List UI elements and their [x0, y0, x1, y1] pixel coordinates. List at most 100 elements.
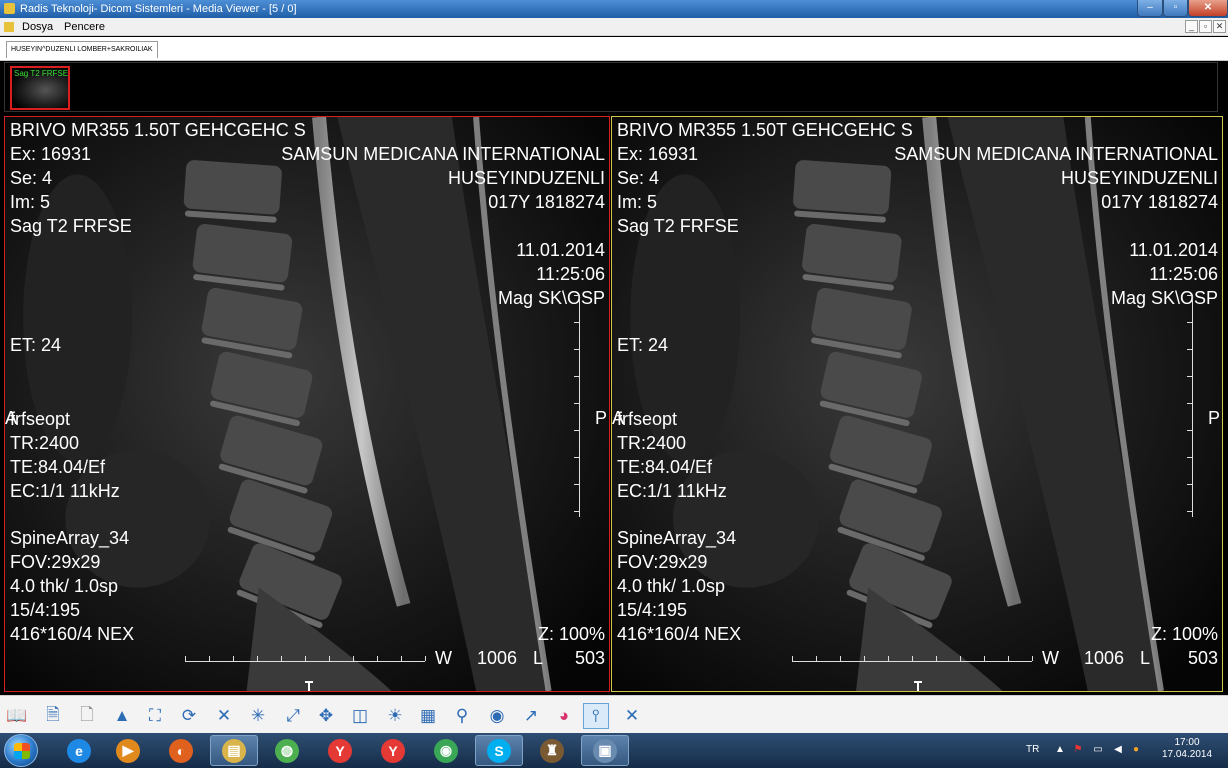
app-icon [4, 3, 15, 14]
network-icon: ◍ [275, 738, 299, 763]
overlay-mag: Mag SK\OSP [1110, 288, 1218, 308]
overlay-top-right-2: 017Y 1818274 [488, 192, 605, 212]
taskbar-internet-explorer[interactable]: e [55, 735, 103, 766]
document-list-icon[interactable]: 🗎 [40, 703, 66, 729]
window-level-icon[interactable]: ⫯ [583, 703, 609, 729]
window-width-label: W [1042, 648, 1059, 668]
mdi-window-controls: _ ▫ ✕ [1185, 20, 1226, 33]
color-wheel-icon[interactable]: ◕ [551, 703, 577, 729]
overlay-et: ET: 24 [10, 335, 62, 355]
tab-study[interactable]: HUSEYIN^DUZENLI LOMBER+SAKROILIAK [6, 41, 158, 58]
menu-pencere[interactable]: Pencere [64, 18, 105, 36]
overlay-param-1: TR:2400 [10, 433, 80, 453]
viewport-left[interactable]: BRIVO MR355 1.50T GEHCGEHC S Ex: 16931 Se:… [4, 116, 610, 692]
overlay-time: 11:25:06 [1149, 264, 1218, 284]
taskbar-network[interactable]: ◍ [263, 735, 311, 766]
pan-icon[interactable]: ✥ [313, 703, 339, 729]
overlay-top-right-1: HUSEYINDUZENLI [447, 168, 605, 188]
network-tray-icon[interactable]: ▭ [1092, 744, 1104, 756]
brightness-icon[interactable]: ☀ [382, 703, 408, 729]
windows-logo-icon [14, 743, 30, 759]
zoom-icon[interactable]: ⚲ [449, 703, 475, 729]
open-book-icon[interactable]: 📖 [4, 703, 30, 729]
measure-icon[interactable]: ⤢ [280, 703, 306, 729]
maximize-button[interactable]: ▫ [1163, 0, 1188, 17]
overlay-time: 11:25:06 [536, 264, 605, 284]
taskbar-media-player[interactable]: ▶ [104, 735, 152, 766]
overlay-coil-2: 4.0 thk/ 1.0sp [10, 576, 119, 596]
language-indicator[interactable]: TR [1026, 744, 1039, 755]
overlay-coil-1: FOV:29x29 [617, 552, 708, 572]
mdi-restore-button[interactable]: ▫ [1199, 20, 1212, 33]
series-thumbnail-strip: Sag T2 FRFSE [4, 62, 1218, 112]
patient-info-icon[interactable]: ▲ [109, 703, 135, 729]
mdi-close-button[interactable]: ✕ [1213, 20, 1226, 33]
taskbar-yandex-browser[interactable]: Y [369, 735, 417, 766]
taskbar-chrome[interactable]: ◉ [422, 735, 470, 766]
thumbnail-label: Sag T2 FRFSE [14, 69, 69, 78]
taskbar-dicom-viewer[interactable]: ▣ [581, 735, 629, 766]
overlay-coil-3: 15/4:195 [617, 600, 688, 620]
tray-app-icon[interactable]: ● [1130, 744, 1142, 756]
tray-expand-icon[interactable]: ▲ [1054, 744, 1066, 756]
text-cursor-icon [914, 681, 922, 691]
overlay-param-3: EC:1/1 11kHz [617, 481, 727, 501]
overlay-top-right-0: SAMSUN MEDICANA INTERNATIONAL [894, 144, 1218, 164]
mdi-document-icon[interactable] [4, 22, 14, 32]
layout-grid-icon[interactable]: ▦ [415, 703, 441, 729]
clock-time: 17:00 [1174, 737, 1200, 748]
viewport-right[interactable]: BRIVO MR355 1.50T GEHCGEHC S Ex: 16931 Se:… [611, 116, 1223, 692]
window-width-label: W [435, 648, 452, 668]
rotate-icon[interactable]: ⟳ [176, 703, 202, 729]
viewer-toolbar: 📖 🗎 🗋 ▲ ⛶ ⟳ ✕ ✳ ⤢ ✥ ◫ ☀ ▦ ⚲ ◉ ↗ ◕ ⫯ ✕ [0, 695, 1228, 733]
action-center-icon[interactable]: ⚑ [1072, 744, 1084, 756]
overlay-top-left-0: BRIVO MR355 1.50T GEHCGEHC S [10, 120, 306, 140]
close-viewer-icon[interactable]: ✕ [619, 703, 645, 729]
minimize-button[interactable]: – [1137, 0, 1163, 17]
vertical-scale-ruler [574, 295, 580, 517]
flip-icon[interactable]: ✕ [211, 703, 237, 729]
mdi-minimize-button[interactable]: _ [1185, 20, 1198, 33]
overlay-param-2: TE:84.04/Ef [617, 457, 713, 477]
windows-taskbar: e ▶ ◐ ▤ ◍ Y Y ◉ S ♜ ▣ TR ▲ ⚑ ▭ ◀ ● 17:00 17.04.201… [0, 733, 1228, 768]
window-level-value: 503 [574, 648, 605, 668]
overlay-param-0: frfseopt [10, 409, 71, 429]
text-cursor-icon [305, 681, 313, 691]
window-level-value: 503 [1187, 648, 1218, 668]
crosshair-icon[interactable]: ✳ [245, 703, 271, 729]
menu-dosya[interactable]: Dosya [22, 18, 53, 36]
taskbar-file-explorer[interactable]: ▤ [210, 735, 258, 766]
taskbar-yandex[interactable]: Y [316, 735, 364, 766]
split-view-icon[interactable]: ◫ [347, 703, 373, 729]
horizontal-scale-ruler [185, 656, 426, 662]
report-icon[interactable]: 🗋 [74, 703, 100, 729]
overlay-coil-0: SpineArray_34 [617, 528, 737, 548]
game-icon: ♜ [540, 738, 564, 763]
arrow-icon[interactable]: ↗ [518, 703, 544, 729]
taskbar-skype[interactable]: S [475, 735, 523, 766]
file-explorer-icon: ▤ [222, 738, 246, 763]
skype-icon: S [487, 738, 511, 763]
close-button[interactable]: ✕ [1188, 0, 1228, 17]
overlay-coil-1: FOV:29x29 [10, 552, 101, 572]
taskbar-game[interactable]: ♜ [528, 735, 576, 766]
orientation-posterior: P [1207, 408, 1220, 428]
yandex-icon: Y [328, 738, 352, 763]
volume-icon[interactable]: ◀ [1112, 744, 1124, 756]
overlay-param-2: TE:84.04/Ef [10, 457, 106, 477]
overlay-top-left-4: Sag T2 FRFSE [617, 216, 739, 236]
taskbar-firefox[interactable]: ◐ [157, 735, 205, 766]
overlay-coil-3: 15/4:195 [10, 600, 81, 620]
clock[interactable]: 17:00 17.04.2014 [1160, 737, 1214, 761]
start-button[interactable] [4, 734, 38, 767]
clock-date: 17.04.2014 [1161, 749, 1213, 760]
cine-icon[interactable]: ◉ [484, 703, 510, 729]
firefox-icon: ◐ [169, 738, 193, 763]
menu-bar: Dosya Pencere _ ▫ ✕ [0, 18, 1228, 36]
overlay-top-left-1: Ex: 16931 [10, 144, 92, 164]
series-thumbnail[interactable]: Sag T2 FRFSE [10, 66, 70, 110]
window-level-label: L [533, 648, 544, 668]
overlay-top-left-1: Ex: 16931 [617, 144, 699, 164]
image-info-icon[interactable]: ⛶ [142, 703, 168, 729]
yandex-browser-icon: Y [381, 738, 405, 763]
